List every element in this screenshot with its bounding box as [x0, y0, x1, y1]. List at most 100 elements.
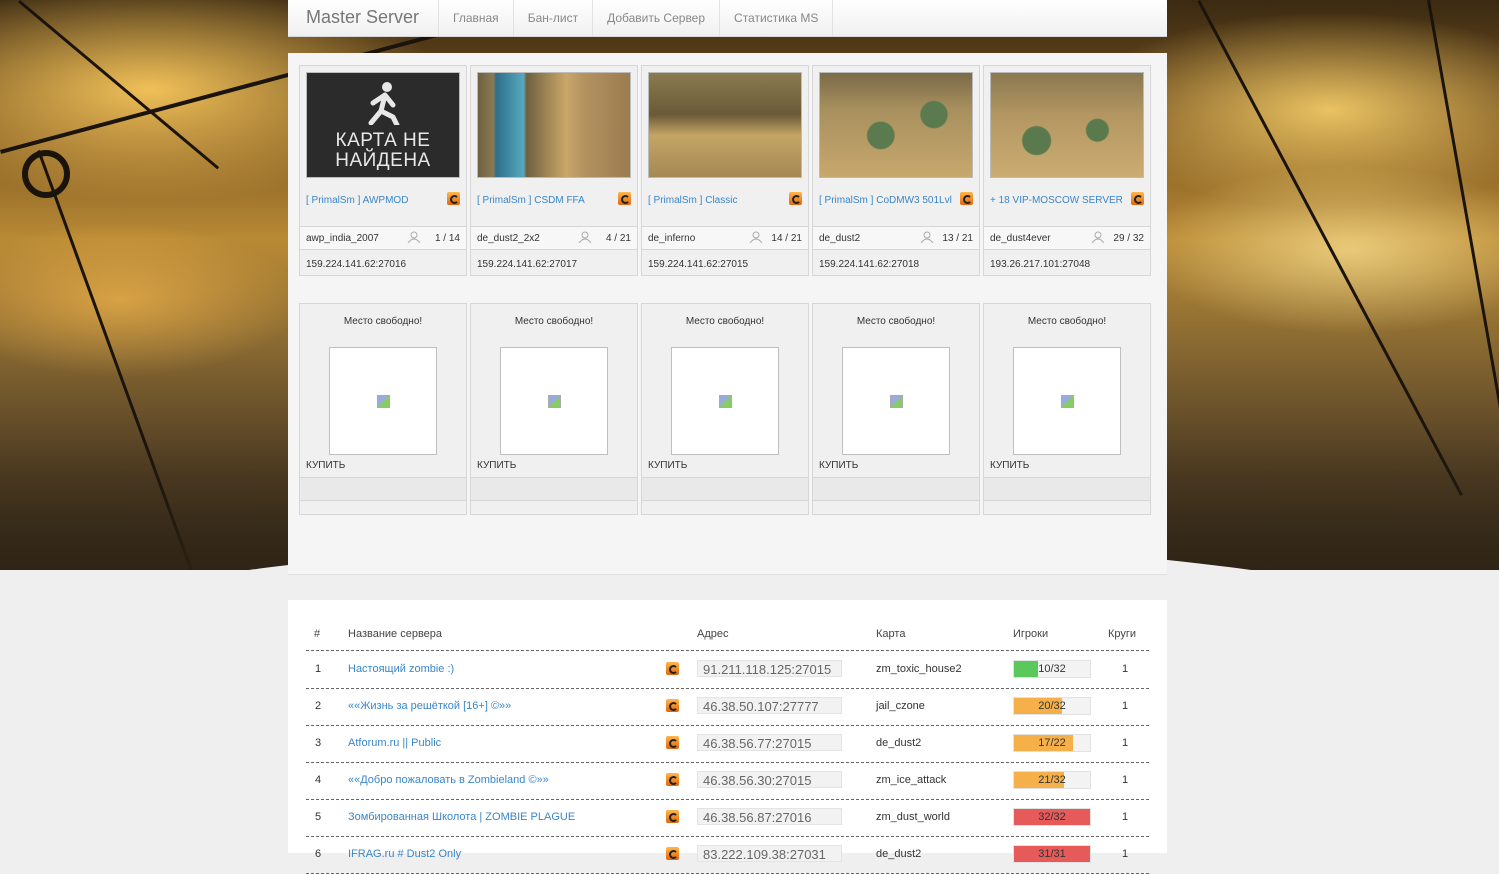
- connect-game-icon[interactable]: [666, 773, 679, 786]
- table-row[interactable]: 5 Зомбированная Школота | ZOMBIE PLAGUE 46…: [288, 799, 1167, 837]
- server-address-field[interactable]: 46.38.56.77:27015: [697, 734, 842, 751]
- server-name-link[interactable]: ««Жизнь за решёткой [16+] ©»»: [348, 700, 511, 712]
- connect-game-icon[interactable]: [618, 192, 631, 205]
- server-address: 193.26.217.101:27048: [990, 259, 1091, 270]
- connect-game-icon[interactable]: [666, 699, 679, 712]
- connect-game-icon[interactable]: [960, 192, 973, 205]
- connect-game-icon[interactable]: [666, 847, 679, 860]
- server-list-table: # Название сервера Адрес Карта Игроки Кр…: [288, 600, 1167, 874]
- server-name-link[interactable]: [ PrimalSm ] CoDMW3 501Lvl: [819, 195, 952, 206]
- server-name-link[interactable]: Atforum.ru || Public: [348, 737, 441, 749]
- table-row[interactable]: 3 Atforum.ru || Public 46.38.56.77:27015 de…: [288, 725, 1167, 763]
- server-address-field[interactable]: 91.211.118.125:27015: [697, 660, 842, 677]
- row-number: 1: [315, 663, 322, 675]
- rounds-count: 1: [1122, 737, 1129, 749]
- col-header-address: Адрес: [697, 628, 729, 640]
- slot-footer: [984, 477, 1150, 501]
- buy-slot-link[interactable]: КУПИТЬ: [477, 460, 516, 471]
- server-address-field[interactable]: 46.38.56.87:27016: [697, 808, 842, 825]
- buy-slot-link[interactable]: КУПИТЬ: [648, 460, 687, 471]
- players-count: 17/22: [1038, 737, 1066, 749]
- map-name: awp_india_2007: [306, 233, 379, 244]
- connect-game-icon[interactable]: [666, 736, 679, 749]
- map-name: de_dust2_2x2: [477, 233, 540, 244]
- map-name: de_dust2: [876, 737, 922, 749]
- server-name-link[interactable]: [ PrimalSm ] CSDM FFA: [477, 195, 585, 206]
- table-row[interactable]: 1 Настоящий zombie :) 91.211.118.125:27015…: [288, 651, 1167, 689]
- server-address-field[interactable]: 46.38.50.107:27777: [697, 697, 842, 714]
- brand-logo[interactable]: Master Server: [306, 7, 419, 28]
- free-slot-title: Место свободно!: [514, 316, 594, 327]
- server-name-link[interactable]: IFRAG.ru # Dust2 Only: [348, 848, 461, 860]
- row-number: 4: [315, 774, 322, 786]
- table-row[interactable]: 4 ««Добро пожаловать в Zombieland ©»» 46.3…: [288, 762, 1167, 800]
- slot-footer: [813, 477, 979, 501]
- no-map-line: КАРТА НЕ: [335, 130, 431, 151]
- featured-server-card[interactable]: [ PrimalSm ] CSDM FFA de_dust2_2x2 4 / 2…: [470, 65, 638, 276]
- buy-slot-link[interactable]: КУПИТЬ: [819, 460, 858, 471]
- connect-game-icon[interactable]: [447, 192, 460, 205]
- map-name: zm_dust_world: [876, 811, 950, 823]
- server-name-link[interactable]: Настоящий zombie :): [348, 663, 454, 675]
- map-players-row: awp_india_2007 1 / 14: [300, 226, 466, 250]
- menu-item-statistics[interactable]: Статистика MS: [720, 0, 834, 36]
- table-row[interactable]: 6 IFRAG.ru # Dust2 Only 83.222.109.38:2703…: [288, 836, 1167, 874]
- map-thumbnail: [819, 72, 973, 178]
- players-icon: [407, 231, 421, 243]
- players-count: 10/32: [1038, 663, 1066, 675]
- server-name-link[interactable]: [ PrimalSm ] Classic: [648, 195, 737, 206]
- free-slot-title: Место свободно!: [685, 316, 765, 327]
- featured-server-card[interactable]: КАРТА НЕ НАЙДЕНА [ PrimalSm ] AWPMOD awp_…: [299, 65, 467, 276]
- server-address: 159.224.141.62:27015: [648, 259, 749, 270]
- rounds-count: 1: [1122, 700, 1129, 712]
- col-header-players: Игроки: [1013, 628, 1049, 640]
- map-name: de_dust2: [819, 233, 861, 244]
- cable-decoration: [18, 0, 220, 170]
- featured-server-card[interactable]: [ PrimalSm ] CoDMW3 501Lvl de_dust2 13 /…: [812, 65, 980, 276]
- players-count: 21/32: [1038, 774, 1066, 786]
- menu-item-banlist[interactable]: Бан-лист: [514, 0, 594, 36]
- row-number: 6: [315, 848, 322, 860]
- buy-slot-link[interactable]: КУПИТЬ: [990, 460, 1029, 471]
- map-players-row: de_dust4ever 29 / 32: [984, 226, 1150, 250]
- featured-panel: КАРТА НЕ НАЙДЕНА [ PrimalSm ] AWPMOD awp_…: [288, 53, 1167, 575]
- server-address: 159.224.141.62:27016: [306, 259, 407, 270]
- featured-server-card[interactable]: [ PrimalSm ] Classic de_inferno 14 / 21 …: [641, 65, 809, 276]
- players-count: 20/32: [1038, 700, 1066, 712]
- ad-image-placeholder: [500, 347, 608, 455]
- connect-game-icon[interactable]: [1131, 192, 1144, 205]
- server-address: 159.224.141.62:27017: [477, 259, 578, 270]
- free-slot-card: Место свободно! КУПИТЬ: [470, 303, 638, 515]
- connect-game-icon[interactable]: [789, 192, 802, 205]
- map-thumbnail: [648, 72, 802, 178]
- server-name-link[interactable]: Зомбированная Школота | ZOMBIE PLAGUE: [348, 811, 575, 823]
- server-name-link[interactable]: [ PrimalSm ] AWPMOD: [306, 195, 408, 206]
- player-count: 14 / 21: [771, 233, 802, 244]
- menu-item-home[interactable]: Главная: [439, 0, 514, 36]
- featured-server-card[interactable]: + 18 VIP-MOSCOW SERVER de_dust4ever 29 /…: [983, 65, 1151, 276]
- col-header-map: Карта: [876, 628, 906, 640]
- col-header-num: #: [314, 628, 321, 640]
- server-address-field[interactable]: 46.38.56.30:27015: [697, 771, 842, 788]
- menu-item-add-server[interactable]: Добавить Сервер: [593, 0, 721, 36]
- players-icon: [920, 231, 934, 243]
- players-icon: [1091, 231, 1105, 243]
- connect-game-icon[interactable]: [666, 810, 679, 823]
- top-navbar: Master Server Главная Бан-лист Добавить …: [288, 0, 1167, 37]
- col-header-name: Название сервера: [348, 628, 443, 640]
- free-slot-card: Место свободно! КУПИТЬ: [641, 303, 809, 515]
- broken-image-icon: [719, 395, 732, 408]
- server-name-link[interactable]: + 18 VIP-MOSCOW SERVER: [990, 195, 1123, 206]
- connect-game-icon[interactable]: [666, 662, 679, 675]
- ad-image-placeholder: [671, 347, 779, 455]
- buy-slot-link[interactable]: КУПИТЬ: [306, 460, 345, 471]
- table-row[interactable]: 2 ««Жизнь за решёткой [16+] ©»» 46.38.50.1…: [288, 688, 1167, 726]
- map-players-row: de_inferno 14 / 21: [642, 226, 808, 250]
- server-address-field[interactable]: 83.222.109.38:27031: [697, 845, 842, 862]
- server-name-link[interactable]: ««Добро пожаловать в Zombieland ©»»: [348, 774, 549, 786]
- row-number: 5: [315, 811, 322, 823]
- free-slot-card: Место свободно! КУПИТЬ: [983, 303, 1151, 515]
- players-bar: 21/32: [1013, 771, 1091, 789]
- no-map-line: НАЙДЕНА: [335, 150, 431, 171]
- rounds-count: 1: [1122, 848, 1129, 860]
